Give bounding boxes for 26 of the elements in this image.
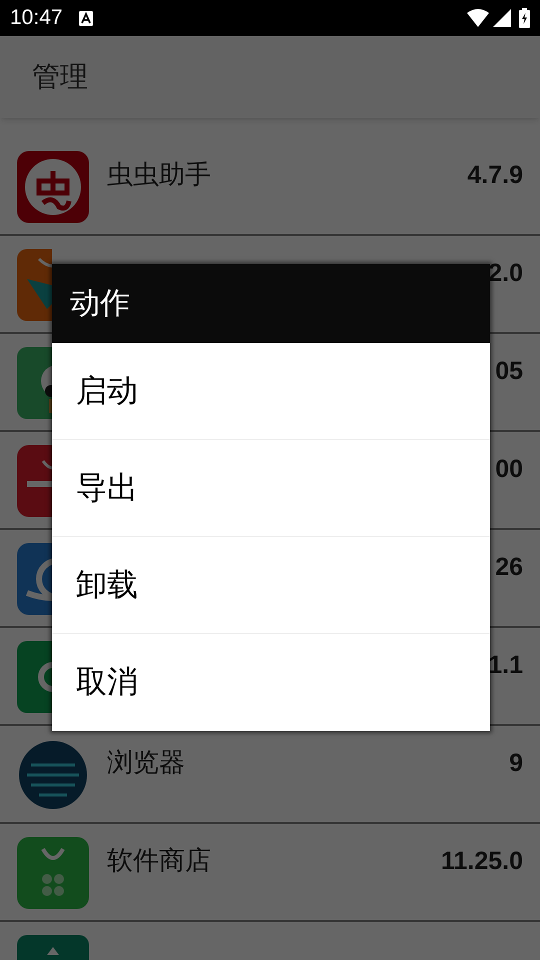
app-version: 00 [495,454,523,485]
app-icon [17,151,89,223]
app-bar-title: 管理 [32,60,88,94]
menu-item[interactable]: 启动 [52,343,490,440]
battery-icon [519,8,530,28]
app-name: 虫虫助手 [107,158,211,191]
menu-item[interactable]: 卸载 [52,537,490,634]
app-version: 1.1 [488,650,523,681]
app-icon [17,739,89,811]
app-version: 26 [495,552,523,583]
app-version: 05 [495,356,523,387]
signal-icon [493,9,511,27]
app-version: 9 [509,748,523,779]
menu-item[interactable]: 导出 [52,440,490,537]
notification-icon [78,10,93,26]
app-version: 11.25.0 [440,846,523,877]
wifi-icon [467,9,489,27]
app-name: 软件商店 [107,844,211,877]
app-version: 2.0 [488,258,523,289]
clock: 10:47 [10,5,63,32]
menu-item[interactable]: 取消 [52,634,490,731]
app-icon [17,837,89,909]
dialog-title: 动作 [70,286,130,322]
app-icon [17,249,52,321]
app-version: 4.7.9 [467,160,523,191]
app-name: 浏览器 [107,746,185,779]
